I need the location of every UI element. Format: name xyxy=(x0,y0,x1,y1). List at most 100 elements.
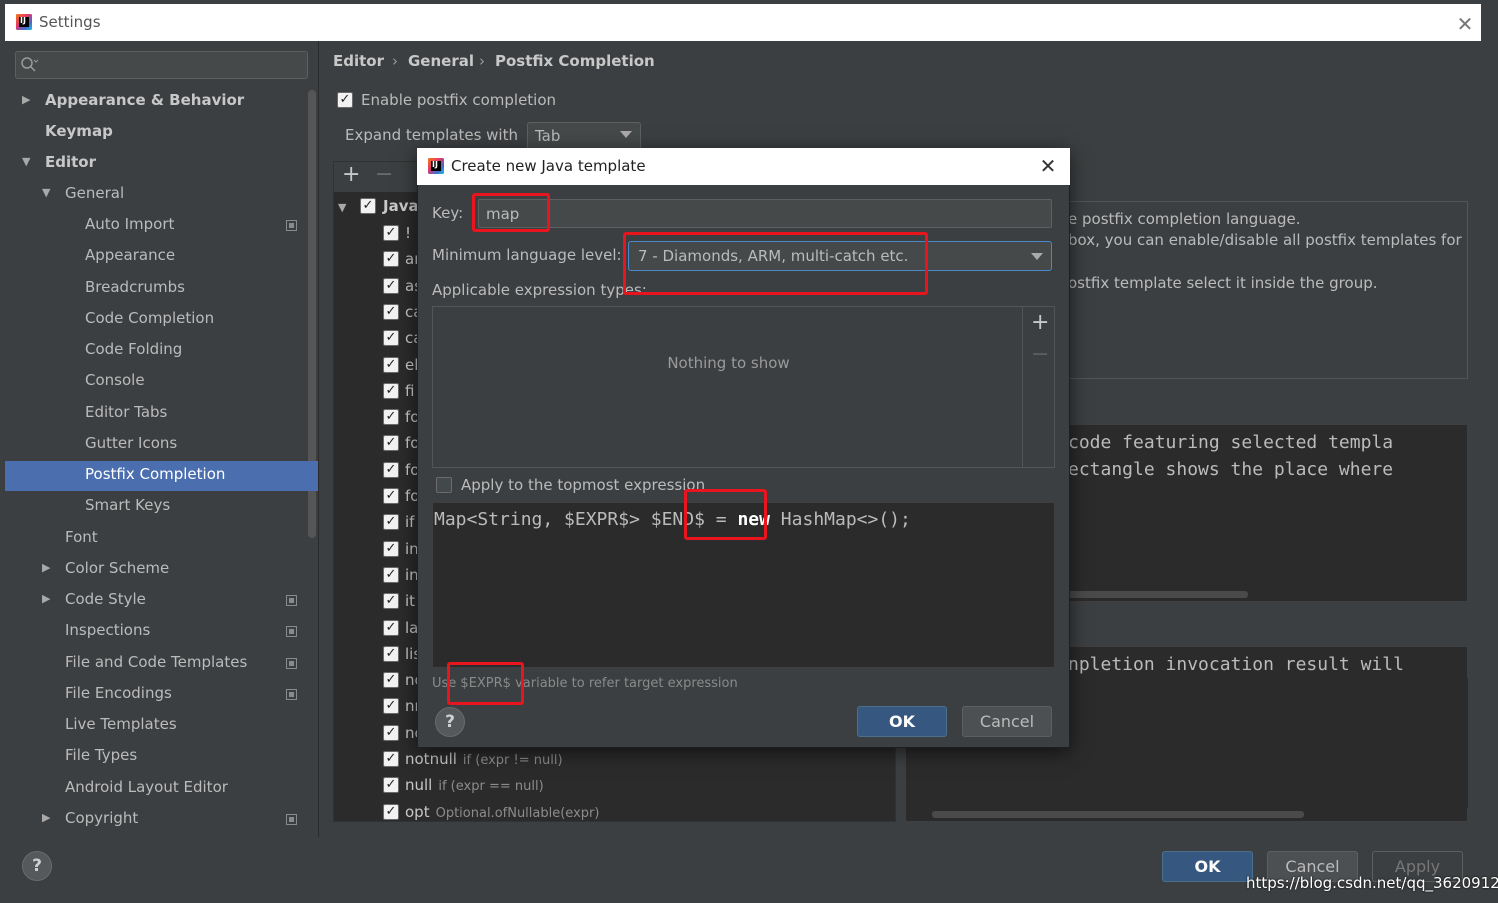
remove-template-icon[interactable]: − xyxy=(375,162,393,187)
topmost-expression-checkbox[interactable]: ✓ xyxy=(436,477,452,493)
sidebar-item-file-code-templates[interactable]: File and Code Templates xyxy=(65,647,247,678)
template-row[interactable]: fi xyxy=(405,378,414,404)
key-input[interactable]: map xyxy=(478,199,1052,228)
sidebar-item-console[interactable]: Console xyxy=(85,365,145,396)
java-group-checkbox[interactable]: ✓ xyxy=(360,198,376,214)
template-row[interactable]: it xyxy=(405,588,415,614)
template-checkbox[interactable]: ✓ xyxy=(383,225,399,241)
template-checkbox[interactable]: ✓ xyxy=(383,672,399,688)
sidebar-item-auto-import[interactable]: Auto Import xyxy=(85,209,174,240)
expand-triangle-icon[interactable]: ▶ xyxy=(22,93,30,106)
description-line: e postfix completion language. xyxy=(1068,210,1301,228)
template-row[interactable]: opt Optional.ofNullable(expr) xyxy=(405,799,599,825)
breadcrumb-postfix-completion: Postfix Completion xyxy=(495,52,655,70)
template-key: if xyxy=(405,513,415,531)
template-checkbox[interactable]: ✓ xyxy=(383,251,399,267)
template-checkbox[interactable]: ✓ xyxy=(383,646,399,662)
dialog-close-icon[interactable]: ✕ xyxy=(1036,154,1060,178)
expand-templates-value: Tab xyxy=(535,127,561,145)
expand-triangle-icon[interactable]: ▶ xyxy=(42,811,50,824)
template-checkbox[interactable]: ✓ xyxy=(383,330,399,346)
dialog-ok-button[interactable]: OK xyxy=(857,706,947,737)
expand-templates-combo[interactable]: Tab xyxy=(527,122,641,150)
dialog-help-button[interactable]: ? xyxy=(435,707,465,737)
add-expression-type-icon[interactable]: + xyxy=(1031,310,1049,335)
enable-postfix-checkbox[interactable]: ✓ xyxy=(337,92,353,108)
template-checkbox[interactable]: ✓ xyxy=(383,278,399,294)
settings-ok-button[interactable]: OK xyxy=(1162,851,1253,882)
sidebar-item-code-folding[interactable]: Code Folding xyxy=(85,334,182,365)
expression-types-toolbar: + − xyxy=(1023,306,1055,468)
template-row[interactable]: ! xyxy=(405,220,411,246)
sidebar-item-file-types[interactable]: File Types xyxy=(65,740,137,771)
before-preview-line: ectangle shows the place where xyxy=(1068,459,1394,480)
template-checkbox[interactable]: ✓ xyxy=(383,751,399,767)
template-checkbox[interactable]: ✓ xyxy=(383,304,399,320)
template-row[interactable]: null if (expr == null) xyxy=(405,772,544,798)
add-template-icon[interactable]: + xyxy=(342,162,360,187)
template-row[interactable]: if xyxy=(405,509,414,535)
template-checkbox[interactable]: ✓ xyxy=(383,777,399,793)
sidebar-item-general[interactable]: General xyxy=(65,178,124,209)
template-checkbox[interactable]: ✓ xyxy=(383,567,399,583)
remove-expression-type-icon[interactable]: − xyxy=(1031,342,1049,367)
template-checkbox[interactable]: ✓ xyxy=(383,357,399,373)
template-checkbox[interactable]: ✓ xyxy=(383,435,399,451)
expression-types-list[interactable]: Nothing to show xyxy=(432,306,1023,468)
template-key: notnull xyxy=(405,750,457,768)
template-checkbox[interactable]: ✓ xyxy=(383,541,399,557)
expand-templates-label: Expand templates with xyxy=(345,126,518,144)
template-checkbox[interactable]: ✓ xyxy=(383,488,399,504)
sidebar-item-color-scheme[interactable]: Color Scheme xyxy=(65,553,169,584)
template-checkbox[interactable]: ✓ xyxy=(383,620,399,636)
topmost-expression-label: Apply to the topmost expression xyxy=(461,476,706,494)
after-preview-scrollbar[interactable] xyxy=(932,811,1304,818)
template-checkbox[interactable]: ✓ xyxy=(383,514,399,530)
template-row[interactable]: notnull if (expr != null) xyxy=(405,746,563,772)
java-group-label[interactable]: Java xyxy=(383,197,419,215)
sidebar-item-appearance-behavior[interactable]: Appearance & Behavior xyxy=(45,85,244,116)
template-checkbox[interactable]: ✓ xyxy=(383,804,399,820)
settings-search-input[interactable] xyxy=(15,51,308,79)
expand-triangle-icon[interactable]: ▶ xyxy=(42,592,50,605)
sidebar-item-file-encodings[interactable]: File Encodings xyxy=(65,678,172,709)
sidebar-item-smart-keys[interactable]: Smart Keys xyxy=(85,490,170,521)
sidebar-item-gutter-icons[interactable]: Gutter Icons xyxy=(85,428,177,459)
sidebar-item-editor-tabs[interactable]: Editor Tabs xyxy=(85,397,167,428)
sidebar-item-copyright[interactable]: Copyright xyxy=(65,803,138,834)
after-preview-line: npletion invocation result will xyxy=(1068,654,1404,675)
dialog-cancel-button[interactable]: Cancel xyxy=(962,706,1052,737)
sidebar-item-code-style[interactable]: Code Style xyxy=(65,584,146,615)
collapse-triangle-icon[interactable]: ▼ xyxy=(42,186,50,199)
sidebar-item-postfix-completion[interactable]: Postfix Completion xyxy=(85,459,225,490)
sidebar-item-font[interactable]: Font xyxy=(65,522,98,553)
annotation-key-highlight xyxy=(472,193,550,232)
sidebar-item-inspections[interactable]: Inspections xyxy=(65,615,150,646)
template-checkbox[interactable]: ✓ xyxy=(383,725,399,741)
sidebar-item-keymap[interactable]: Keymap xyxy=(45,116,113,147)
description-line: box, you can enable/disable all postfix … xyxy=(1068,231,1462,249)
window-close-icon[interactable]: ✕ xyxy=(1453,12,1477,36)
sidebar-item-live-templates[interactable]: Live Templates xyxy=(65,709,177,740)
sidebar-item-editor[interactable]: Editor xyxy=(45,147,96,178)
sidebar-item-code-completion[interactable]: Code Completion xyxy=(85,303,214,334)
template-description: Optional.ofNullable(expr) xyxy=(435,806,600,821)
collapse-triangle-icon[interactable]: ▼ xyxy=(22,155,30,168)
template-checkbox[interactable]: ✓ xyxy=(383,462,399,478)
template-checkbox[interactable]: ✓ xyxy=(383,593,399,609)
breadcrumb-editor[interactable]: Editor xyxy=(333,52,384,70)
expand-triangle-icon[interactable]: ▶ xyxy=(42,561,50,574)
collapse-triangle-icon[interactable]: ▼ xyxy=(338,201,346,214)
search-icon xyxy=(21,57,38,72)
template-checkbox[interactable]: ✓ xyxy=(383,383,399,399)
sidebar-item-breadcrumbs[interactable]: Breadcrumbs xyxy=(85,272,185,303)
breadcrumb-general[interactable]: General xyxy=(408,52,474,70)
sidebar-item-appearance[interactable]: Appearance xyxy=(85,240,175,271)
sidebar-item-android-layout-editor[interactable]: Android Layout Editor xyxy=(65,772,228,803)
template-checkbox[interactable]: ✓ xyxy=(383,698,399,714)
template-checkbox[interactable]: ✓ xyxy=(383,409,399,425)
template-description: if (expr == null) xyxy=(438,779,544,794)
min-language-level-label: Minimum language level: xyxy=(432,246,622,264)
settings-help-button[interactable]: ? xyxy=(22,851,52,881)
dialog-title: Create new Java template xyxy=(451,157,646,175)
